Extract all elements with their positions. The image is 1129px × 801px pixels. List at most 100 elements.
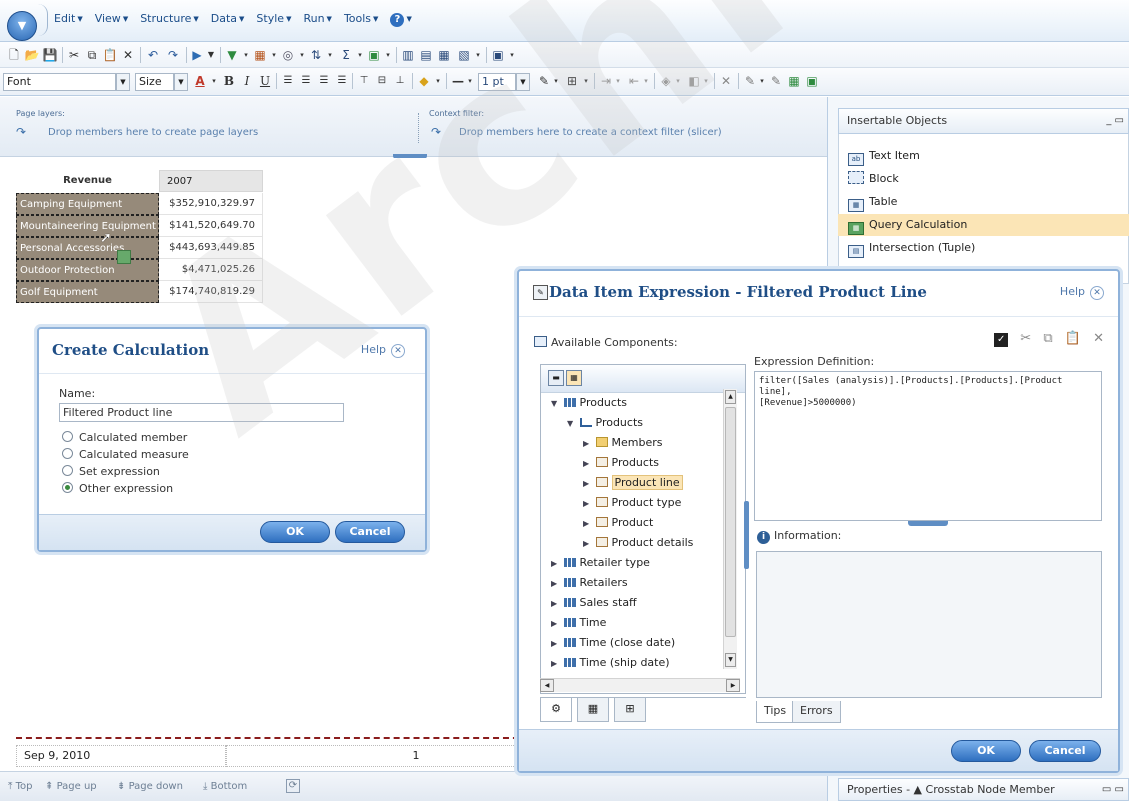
scroll-up-icon[interactable]: ▲ bbox=[725, 390, 736, 404]
remove-style-icon[interactable]: ✕ bbox=[718, 72, 734, 90]
cancel-button[interactable]: Cancel bbox=[1029, 740, 1101, 762]
borders-icon[interactable]: ⊞ bbox=[564, 72, 580, 90]
tab-tips[interactable]: Tips bbox=[756, 701, 795, 723]
tab-functions[interactable]: ⊞ bbox=[614, 698, 646, 722]
run-dropdown-icon[interactable]: ▼ bbox=[206, 46, 216, 64]
expand-toggle-icon[interactable]: ▶ bbox=[551, 634, 560, 654]
expand-toggle-icon[interactable]: ▶ bbox=[583, 454, 592, 474]
nav-page-down[interactable]: ⇟ Page down bbox=[117, 781, 183, 792]
data-format-icon[interactable]: ▣ bbox=[804, 72, 820, 90]
new-icon[interactable]: 🗋 bbox=[6, 46, 22, 64]
chart-dropdown-icon[interactable]: ▾ bbox=[474, 46, 482, 64]
editor-splitter[interactable] bbox=[908, 521, 948, 526]
expand-toggle-icon[interactable]: ▶ bbox=[583, 514, 592, 534]
group-icon[interactable]: ▥ bbox=[400, 46, 416, 64]
name-input[interactable] bbox=[59, 403, 344, 422]
valign-top-icon[interactable]: ⊤ bbox=[356, 72, 372, 90]
crosstab-column-header[interactable]: 2007 bbox=[159, 170, 263, 192]
tree-node-dimension[interactable]: ▶ Time (ship date) bbox=[551, 653, 670, 673]
expand-toggle-icon[interactable]: ▶ bbox=[551, 594, 560, 614]
tree-node-dimension[interactable]: ▶ Time bbox=[551, 613, 606, 633]
refresh-icon[interactable]: ⟳ bbox=[286, 779, 300, 793]
scroll-thumb[interactable] bbox=[725, 407, 736, 637]
expand-toggle-icon[interactable]: ▶ bbox=[551, 554, 560, 574]
tree-node-hierarchy[interactable]: ▼ Products bbox=[567, 413, 643, 433]
help-link[interactable]: Help ✕ bbox=[361, 343, 405, 358]
chevron-down-icon[interactable]: ▼ bbox=[516, 73, 530, 91]
window-controls[interactable]: _ ▭ bbox=[1106, 109, 1124, 133]
expand-toggle-icon[interactable]: ▼ bbox=[567, 414, 576, 434]
copy-icon[interactable]: ⧉ bbox=[84, 46, 100, 64]
line-width-select[interactable]: 1 pt bbox=[478, 73, 516, 91]
validate-icon[interactable]: ✓ bbox=[994, 333, 1009, 347]
expand-toggle-icon[interactable]: ▶ bbox=[583, 534, 592, 554]
pick-up-style-dropdown-icon[interactable]: ▾ bbox=[758, 72, 766, 90]
crosstab-row-member[interactable]: Golf Equipment bbox=[16, 281, 159, 303]
font-select[interactable]: Font bbox=[3, 73, 116, 91]
scroll-right-icon[interactable]: ▶ bbox=[726, 679, 740, 692]
paste-icon[interactable]: 📋 bbox=[1065, 331, 1081, 346]
filter-icon[interactable]: ▼ bbox=[224, 46, 240, 64]
style-dropdown-icon[interactable]: ▾ bbox=[674, 72, 682, 90]
cut-icon[interactable]: ✂ bbox=[66, 46, 82, 64]
footer-date[interactable]: Sep 9, 2010 bbox=[16, 745, 226, 767]
menu-structure[interactable]: Structure ▼ bbox=[140, 12, 199, 27]
expand-toggle-icon[interactable]: ▶ bbox=[551, 574, 560, 594]
tree-node-dimension[interactable]: ▶ Time (close date) bbox=[551, 633, 675, 653]
menu-run[interactable]: Run ▼ bbox=[303, 12, 331, 27]
borders-dropdown-icon[interactable]: ▾ bbox=[582, 72, 590, 90]
insertable-item-intersection[interactable]: ▤ Intersection (Tuple) bbox=[848, 237, 1118, 259]
open-icon[interactable]: 📂 bbox=[24, 46, 40, 64]
application-menu-button[interactable]: ▼ bbox=[7, 11, 37, 41]
filter-dropdown-icon[interactable]: ▾ bbox=[242, 46, 250, 64]
italic-icon[interactable]: I bbox=[240, 72, 254, 90]
crosstab-row-member[interactable]: Personal Accessories bbox=[16, 237, 159, 259]
layout-icon[interactable]: ▣ bbox=[490, 46, 506, 64]
menu-view[interactable]: View ▼ bbox=[95, 12, 129, 27]
delete-icon[interactable]: ✕ bbox=[1093, 331, 1104, 346]
nav-top[interactable]: ⤒ Top bbox=[8, 781, 32, 792]
scroll-down-icon[interactable]: ▼ bbox=[725, 653, 736, 667]
apply-style-icon[interactable]: ✎ bbox=[768, 72, 784, 90]
background-color-dropdown-icon[interactable]: ▾ bbox=[434, 72, 442, 90]
tree-node-dimension[interactable]: ▼ Products bbox=[551, 393, 627, 413]
pivot-icon[interactable]: ▦ bbox=[436, 46, 452, 64]
crosstab-row-member[interactable]: Camping Equipment bbox=[16, 193, 159, 215]
tree-node-level-selected[interactable]: ▶ Product line bbox=[583, 473, 683, 493]
valign-middle-icon[interactable]: ⊟ bbox=[374, 72, 390, 90]
insert-calc-icon[interactable]: ▣ bbox=[366, 46, 382, 64]
crosstab-cell[interactable]: $4,471,025.26 bbox=[159, 259, 263, 281]
radio-other-expression[interactable]: Other expression bbox=[62, 482, 173, 495]
expand-toggle-icon[interactable]: ▶ bbox=[551, 614, 560, 634]
tree-view-icon[interactable]: ▦ bbox=[566, 370, 582, 386]
tree-node-level[interactable]: ▶ Product details bbox=[583, 533, 693, 553]
valign-bottom-icon[interactable]: ⊥ bbox=[392, 72, 408, 90]
tab-data-items[interactable]: ▦ bbox=[577, 698, 609, 722]
expand-toggle-icon[interactable]: ▼ bbox=[551, 394, 560, 414]
line-style-icon[interactable]: — bbox=[450, 72, 466, 90]
underline-icon[interactable]: U bbox=[258, 72, 272, 90]
delete-icon[interactable]: ✕ bbox=[120, 46, 136, 64]
indent-icon[interactable]: ⇥ bbox=[598, 72, 614, 90]
collapse-tree-icon[interactable]: ▬ bbox=[548, 370, 564, 386]
layout-dropdown-icon[interactable]: ▾ bbox=[508, 46, 516, 64]
redo-icon[interactable]: ↷ bbox=[164, 46, 182, 64]
tree-node-level[interactable]: ▶ Products bbox=[583, 453, 659, 473]
insertable-item-table[interactable]: ▦ Table bbox=[848, 191, 1118, 213]
menu-style[interactable]: Style ▼ bbox=[256, 12, 291, 27]
pick-up-style-icon[interactable]: ✎ bbox=[742, 72, 758, 90]
radio-calculated-measure[interactable]: Calculated measure bbox=[62, 448, 189, 461]
bold-icon[interactable]: B bbox=[222, 72, 236, 90]
nav-bottom[interactable]: ⤓ Bottom bbox=[203, 781, 247, 792]
page-layers-dropzone[interactable]: Drop members here to create page layers bbox=[48, 127, 258, 138]
tree-horizontal-scrollbar[interactable]: ◀ ▶ bbox=[540, 678, 740, 692]
crosstab-cell[interactable]: $352,910,329.97 bbox=[159, 193, 263, 215]
expand-toggle-icon[interactable]: ▶ bbox=[583, 434, 592, 454]
conditional-style-dropdown-icon[interactable]: ▾ bbox=[702, 72, 710, 90]
summarize-icon[interactable]: Σ bbox=[338, 46, 354, 64]
chart-icon[interactable]: ▧ bbox=[456, 46, 472, 64]
close-icon[interactable]: ✕ bbox=[1090, 286, 1104, 300]
ok-button[interactable]: OK bbox=[260, 521, 330, 543]
chevron-down-icon[interactable]: ▼ bbox=[174, 73, 188, 91]
cancel-button[interactable]: Cancel bbox=[335, 521, 405, 543]
